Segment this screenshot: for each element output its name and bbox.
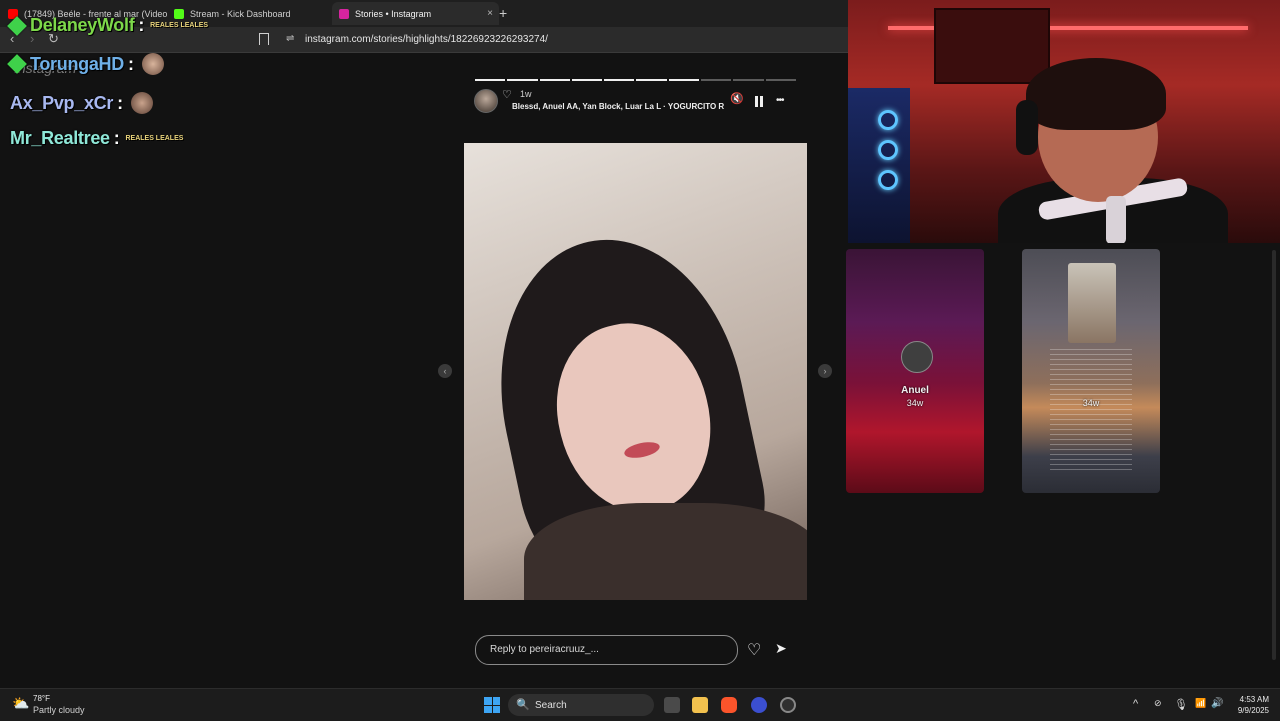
progress-segment <box>733 79 764 81</box>
search-label: Search <box>535 700 567 711</box>
headphones <box>1016 100 1038 155</box>
chat-separator: : <box>117 92 123 113</box>
mic-icon[interactable]: 🎙 <box>1174 698 1188 711</box>
previous-story-icon[interactable]: ‹ <box>438 364 452 378</box>
url-field[interactable]: instagram.com/stories/highlights/1822692… <box>305 34 548 45</box>
emote-icon <box>141 53 164 75</box>
progress-segment <box>636 79 667 81</box>
weather-icon[interactable]: ⛅ <box>12 695 29 712</box>
card-timestamp: 34w <box>1082 398 1100 408</box>
story-card[interactable]: Anuel 34w <box>846 249 984 493</box>
file-explorer-icon[interactable] <box>692 697 708 713</box>
moderator-badge-icon <box>7 15 27 36</box>
reply-input[interactable] <box>488 643 722 656</box>
app-icon[interactable] <box>751 697 767 713</box>
progress-segment <box>604 79 635 81</box>
wall-poster <box>934 8 1050 84</box>
scrollbar[interactable] <box>1272 250 1276 660</box>
new-tab-button[interactable]: + <box>499 5 507 21</box>
clock[interactable]: 4:53 AM 9/9/2025 <box>1233 694 1269 716</box>
chat-username: TorungaHD <box>30 53 124 74</box>
start-icon[interactable] <box>484 697 500 713</box>
fan-ring <box>878 140 898 160</box>
story-progress-bar <box>475 79 796 81</box>
clock-time: 4:53 AM <box>1239 695 1269 704</box>
chat-message: DelaneyWolf : REALES LEALES <box>7 15 208 36</box>
brave-browser-icon[interactable] <box>721 697 737 713</box>
instagram-icon <box>339 8 349 19</box>
reales-leales-badge: REALES LEALES <box>125 135 184 142</box>
pc-case <box>848 88 910 243</box>
wifi-icon[interactable]: 📶 <box>1195 698 1206 709</box>
progress-segment <box>507 79 538 81</box>
mute-icon[interactable]: 🔇 <box>730 92 744 105</box>
progress-segment <box>668 79 700 81</box>
tab-title: Stream - Kick Dashboard <box>190 8 291 19</box>
taskbar-search[interactable]: 🔍 Search <box>508 694 654 716</box>
chat-separator: : <box>127 53 134 74</box>
bookmark-icon[interactable] <box>259 33 269 45</box>
weather-temp[interactable]: 78°F <box>33 694 50 703</box>
pause-icon[interactable] <box>755 95 765 110</box>
story-music-label[interactable]: Blessd, Anuel AA, Yan Block, Luar La L ·… <box>512 102 724 111</box>
more-options-icon[interactable]: ••• <box>776 95 784 106</box>
card-text-block <box>1050 349 1132 474</box>
story-card[interactable]: 34w <box>1022 249 1160 493</box>
chat-message: Ax_Pvp_xCr : <box>8 92 153 114</box>
clock-date: 9/9/2025 <box>1237 706 1269 715</box>
close-tab-icon[interactable]: × <box>487 8 493 19</box>
fan-ring <box>878 170 898 190</box>
tab-instagram[interactable]: Stories • Instagram × <box>332 2 499 25</box>
send-icon[interactable]: ➤ <box>775 640 787 657</box>
site-info-icon[interactable]: ⇌ <box>286 33 294 44</box>
chat-username: DelaneyWolf <box>30 15 135 35</box>
next-story-icon[interactable]: › <box>818 364 832 378</box>
weather-condition[interactable]: Partly cloudy <box>33 705 85 715</box>
chat-username: Mr_Realtree <box>10 128 110 148</box>
volume-icon[interactable]: 🔊 <box>1211 698 1223 709</box>
story-media[interactable] <box>464 143 807 600</box>
card-timestamp: 34w <box>906 398 924 408</box>
app-icon[interactable] <box>780 697 796 713</box>
task-view-icon[interactable] <box>664 697 680 713</box>
taskbar: ⛅ 78°F Partly cloudy 🔍 Search ^ ⊘ 🎙 📶 🔊 … <box>0 688 1280 721</box>
card-avatar <box>901 341 933 373</box>
network-status-icon[interactable]: ⊘ <box>1154 698 1162 709</box>
story-photo-shirt <box>524 503 807 600</box>
fan-ring <box>878 110 898 130</box>
progress-segment <box>701 79 732 81</box>
moderator-badge-icon <box>7 54 27 74</box>
reply-box[interactable] <box>475 635 738 665</box>
person-hair <box>1026 58 1166 130</box>
heart-icon[interactable]: ♡ <box>502 88 512 101</box>
chat-message: TorungaHD : <box>7 53 164 75</box>
search-icon: 🔍 <box>516 699 530 711</box>
chat-message: Mr_Realtree : REALES LEALES <box>8 128 184 149</box>
chat-username: Ax_Pvp_xCr <box>10 92 114 113</box>
story-timestamp: 1w <box>520 89 532 99</box>
progress-segment <box>571 79 603 81</box>
chat-separator: : <box>138 15 145 35</box>
emote-icon <box>130 92 153 114</box>
microphone <box>1106 196 1126 243</box>
chat-separator: : <box>113 128 120 148</box>
reales-leales-badge: REALES LEALES <box>150 21 208 30</box>
progress-segment <box>539 79 570 81</box>
like-heart-icon[interactable]: ♡ <box>747 640 761 660</box>
story-avatar[interactable] <box>474 89 498 113</box>
tab-title: Stories • Instagram <box>355 8 432 19</box>
webcam-feed <box>848 0 1280 243</box>
chevron-up-icon[interactable]: ^ <box>1133 698 1138 710</box>
progress-segment <box>475 79 506 81</box>
card-photo <box>1068 263 1116 343</box>
progress-segment <box>765 79 796 81</box>
card-username: Anuel <box>901 385 929 396</box>
